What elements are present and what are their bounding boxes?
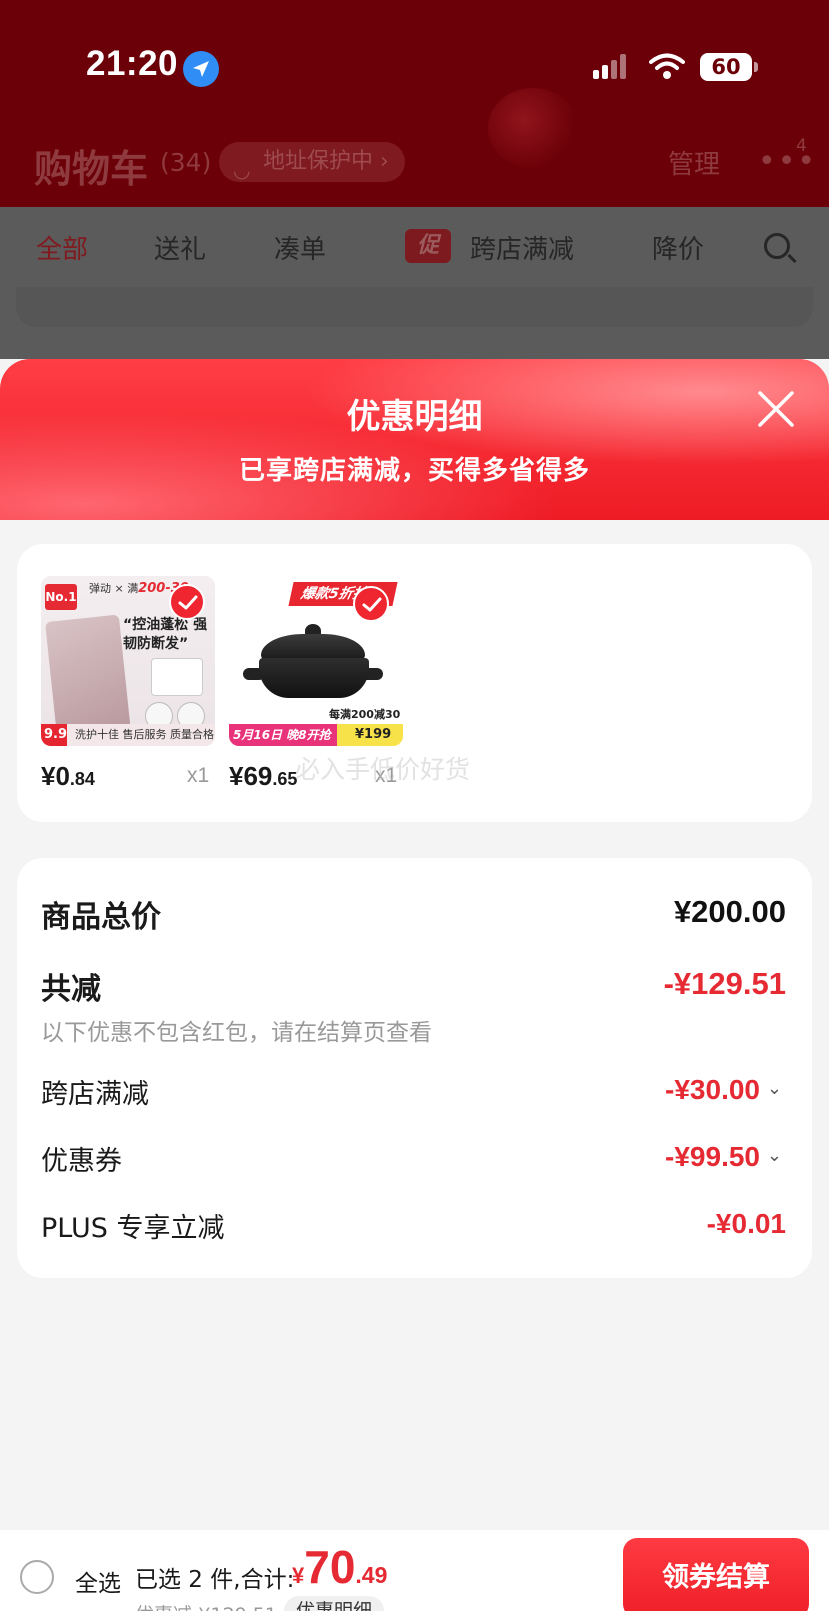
pot-lid bbox=[261, 634, 365, 660]
product-1-qty: x1 bbox=[187, 764, 210, 787]
smile-icon: ◡ bbox=[233, 158, 251, 182]
product-1-slogan: “控油蓬松 强韧防断发” bbox=[123, 617, 208, 652]
more-icon[interactable]: ••• bbox=[758, 144, 817, 179]
select-all-label[interactable]: 全选 bbox=[75, 1564, 121, 1598]
page-title: 购物车 bbox=[34, 147, 149, 191]
cart-header: 21:20 60 购物车 (34) ◡ 地址保护中 › 管理 ••• 4 bbox=[0, 0, 829, 207]
product-1-price-dec: .84 bbox=[69, 769, 95, 789]
total-currency: ¥ bbox=[292, 1563, 305, 1588]
cross-store-discount-label: 跨店满减 bbox=[41, 1079, 149, 1110]
saved-amount: 优惠减:¥129.51 bbox=[135, 1600, 277, 1611]
product-1-promo-prefix: 弹动 × 满 bbox=[89, 582, 139, 595]
tab-gift[interactable]: 送礼 bbox=[154, 229, 206, 266]
address-protection-label: 地址保护中 › bbox=[263, 149, 389, 174]
product-1-price-int: ¥0 bbox=[41, 761, 70, 791]
discount-detail-button[interactable]: 优惠明细 bbox=[284, 1596, 385, 1611]
dimmed-content-strip bbox=[16, 287, 813, 327]
selected-summary: 已选 2 件,合计: bbox=[135, 1567, 295, 1593]
checkout-button[interactable]: 领券结算 bbox=[623, 1538, 809, 1611]
product-image-1[interactable]: No.1 弹动 × 满200-30 “控油蓬松 强韧防断发” 9.9 洗护十佳 售… bbox=[41, 576, 215, 746]
search-icon[interactable] bbox=[764, 233, 790, 259]
sheet-subtitle: 已享跨店满减，买得多省得多 bbox=[238, 456, 590, 486]
sheet-title: 优惠明细 bbox=[346, 397, 483, 437]
battery-icon: 60 bbox=[700, 53, 752, 81]
product-1-coupon-box bbox=[151, 658, 203, 696]
product-1-footer-text: 洗护十佳 售后服务 质量合格 bbox=[75, 728, 215, 741]
total-dec: .49 bbox=[355, 1562, 388, 1588]
total-reduction-label: 共减 bbox=[41, 972, 101, 1007]
rank-badge: No.1 bbox=[45, 584, 77, 610]
total-amount: ¥70.49 bbox=[292, 1540, 387, 1594]
signal-icon bbox=[593, 54, 627, 84]
product-image-2[interactable]: 爆款5折抢 每满200减30 5月16日 晚8开抢 ¥199 bbox=[229, 576, 403, 746]
reduction-hint: 以下优惠不包含红包，请在结算页查看 bbox=[41, 1020, 432, 1046]
product-1-footer-price: 9.9 bbox=[44, 727, 68, 742]
pot-body bbox=[259, 658, 369, 698]
shampoo-pouch-image bbox=[45, 614, 131, 740]
price-summary-card: 商品总价 ¥200.00 共减 -¥129.51 以下优惠不包含红包，请在结算页… bbox=[17, 858, 812, 1278]
coupon-label: 优惠券 bbox=[41, 1146, 122, 1177]
filter-tabs: 全部 送礼 凑单 促 跨店满减 降价 bbox=[0, 207, 829, 359]
address-protection-pill[interactable]: ◡ 地址保护中 › bbox=[219, 142, 405, 182]
wifi-icon bbox=[649, 53, 685, 85]
sheet-header: 优惠明细 已享跨店满减，买得多省得多 bbox=[0, 359, 829, 520]
chevron-down-icon[interactable]: ⌄ bbox=[767, 1078, 782, 1099]
discount-detail-sheet: 优惠明细 已享跨店满减，买得多省得多 No.1 弹动 × 满200-30 “控油… bbox=[0, 359, 829, 1611]
tab-price-drop[interactable]: 降价 bbox=[652, 229, 704, 266]
manage-button[interactable]: 管理 bbox=[668, 144, 720, 181]
product-2-footer-text: 5月16日 晚8开抢 bbox=[233, 728, 331, 742]
chevron-down-icon[interactable]: ⌄ bbox=[767, 1145, 782, 1166]
product-2-price-int: ¥69 bbox=[229, 761, 273, 791]
product-2-promo-note: 每满200减30 bbox=[329, 708, 401, 721]
select-all-radio[interactable] bbox=[20, 1560, 54, 1594]
tab-cross-store-discount[interactable]: 跨店满减 bbox=[470, 229, 574, 266]
cart-count: (34) bbox=[160, 148, 212, 177]
status-time: 21:20 bbox=[86, 44, 179, 83]
checkout-bar: 全选 已选 2 件,合计: ¥70.49 优惠减:¥129.51 优惠明细 领券… bbox=[0, 1530, 829, 1611]
product-1-price: ¥0.84 bbox=[41, 761, 95, 792]
goods-total-label: 商品总价 bbox=[41, 900, 161, 935]
goods-total-value: ¥200.00 bbox=[673, 894, 786, 929]
battery-cap bbox=[754, 62, 758, 72]
location-icon bbox=[183, 51, 219, 87]
total-int: 70 bbox=[304, 1541, 356, 1593]
close-icon[interactable] bbox=[756, 389, 796, 429]
selected-check-icon[interactable] bbox=[169, 584, 205, 620]
watermark-text: 必入手低价好货 bbox=[295, 755, 471, 784]
more-badge: 4 bbox=[796, 136, 807, 156]
tab-bundle[interactable]: 凑单 bbox=[274, 229, 326, 266]
product-2-price: ¥69.65 bbox=[229, 761, 297, 792]
total-reduction-value: -¥129.51 bbox=[663, 966, 786, 1001]
product-2-price-dec: .65 bbox=[272, 769, 298, 789]
coupon-value[interactable]: -¥99.50 bbox=[665, 1141, 760, 1173]
products-card: No.1 弹动 × 满200-30 “控油蓬松 强韧防断发” 9.9 洗护十佳 售… bbox=[17, 544, 812, 822]
product-2-footer: 5月16日 晚8开抢 ¥199 bbox=[229, 724, 403, 746]
plus-discount-label: PLUS 专享立减 bbox=[41, 1213, 225, 1244]
selected-check-icon[interactable] bbox=[353, 586, 389, 622]
status-bar: 21:20 60 bbox=[0, 0, 829, 135]
product-1-footer: 9.9 洗护十佳 售后服务 质量合格 bbox=[41, 724, 215, 746]
promo-badge: 促 bbox=[405, 229, 451, 263]
cross-store-discount-value[interactable]: -¥30.00 bbox=[665, 1074, 760, 1106]
tab-all[interactable]: 全部 bbox=[36, 229, 88, 266]
product-2-footer-price: ¥199 bbox=[355, 727, 392, 742]
plus-discount-value: -¥0.01 bbox=[706, 1208, 786, 1239]
